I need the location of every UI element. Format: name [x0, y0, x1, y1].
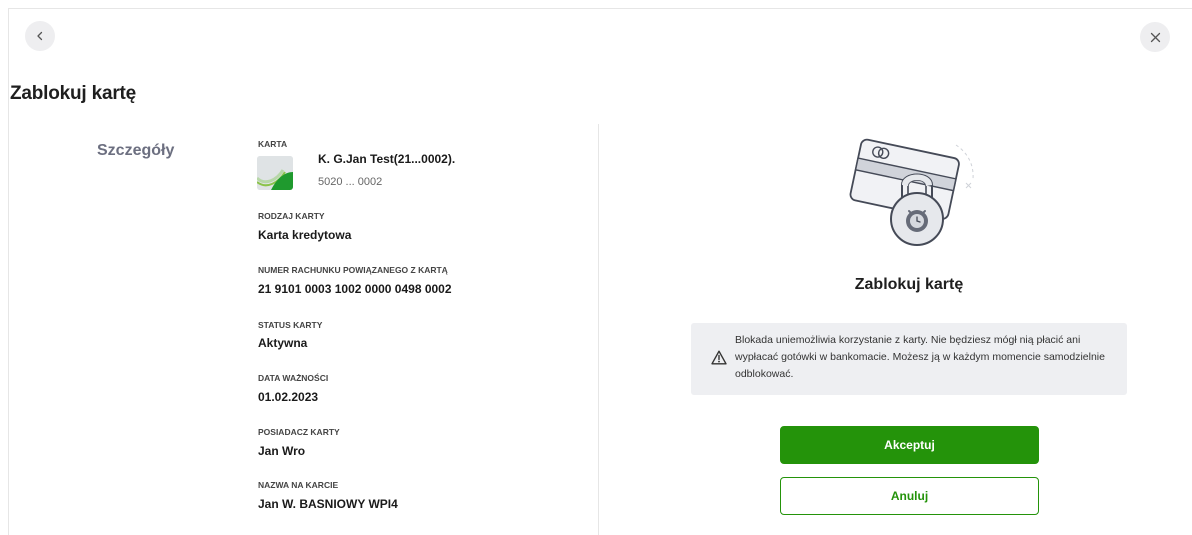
- card-number: 5020 ... 0002: [318, 176, 383, 188]
- name-on-card-label: NAZWA NA KARCIE: [258, 480, 339, 490]
- name-on-card-value: Jan W. BASNIOWY WPI4: [258, 497, 398, 511]
- close-button[interactable]: [1140, 22, 1170, 52]
- card-holder-value: Jan Wro: [258, 444, 306, 458]
- account-number-label: NUMER RACHUNKU POWIĄZANEGO Z KARTĄ: [258, 265, 448, 275]
- card-status-value: Aktywna: [258, 336, 308, 350]
- info-text: Blokada uniemożliwia korzystanie z karty…: [735, 334, 1105, 380]
- back-button[interactable]: [25, 21, 55, 51]
- expiry-date-value: 01.02.2023: [258, 390, 319, 404]
- card-image-icon: [257, 156, 293, 190]
- page-title: Zablokuj kartę: [10, 83, 137, 104]
- accept-button[interactable]: Akceptuj: [780, 426, 1039, 464]
- card-name: K. G.Jan Test(21...0002).: [318, 152, 456, 166]
- info-box: Blokada uniemożliwia korzystanie z karty…: [691, 323, 1127, 395]
- card-holder-label: POSIADACZ KARTY: [258, 427, 340, 437]
- card-label: KARTA: [258, 139, 288, 149]
- card-status-label: STATUS KARTY: [258, 320, 323, 330]
- warning-icon: [711, 350, 727, 365]
- action-title: Zablokuj kartę: [854, 276, 964, 293]
- card-type-label: RODZAJ KARTY: [258, 211, 325, 221]
- close-icon: [1150, 32, 1160, 42]
- expiry-date-label: DATA WAŻNOŚCI: [258, 373, 329, 383]
- card-thumbnail: [257, 156, 293, 190]
- account-number-value: 21 9101 0003 1002 0000 0498 0002: [258, 282, 452, 296]
- card-type-value: Karta kredytowa: [258, 228, 352, 242]
- chevron-left-icon: [37, 31, 43, 41]
- card-lock-icon: [849, 138, 974, 246]
- cancel-button[interactable]: Anuluj: [780, 477, 1039, 515]
- section-title-details: Szczegóły: [97, 142, 175, 159]
- vertical-divider: [598, 124, 599, 535]
